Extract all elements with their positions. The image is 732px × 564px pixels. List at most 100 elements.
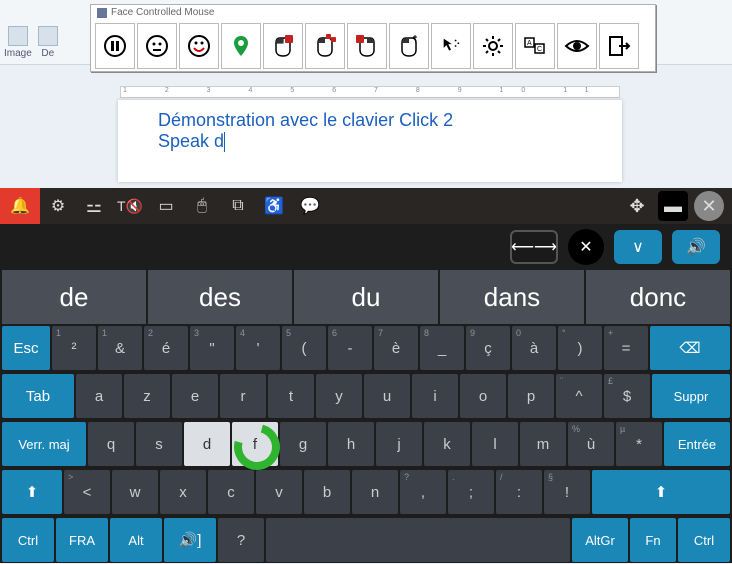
move-cursor-button[interactable] — [431, 23, 471, 69]
key-ctrl-left[interactable]: Ctrl — [2, 518, 54, 562]
wp-image-button[interactable]: Image — [4, 26, 32, 59]
suggestion-1[interactable]: de — [2, 270, 146, 324]
accessibility-icon[interactable]: ♿ — [256, 188, 292, 224]
sliders-icon[interactable]: ⚍ — [76, 188, 112, 224]
key-shift-left[interactable]: ⬆ — [2, 470, 62, 514]
key-y[interactable]: y — [316, 374, 362, 418]
key-alt[interactable]: Alt — [110, 518, 162, 562]
settings-button[interactable] — [473, 23, 513, 69]
key-9[interactable]: 9ç — [466, 326, 510, 370]
key-comma[interactable]: ?, — [400, 470, 446, 514]
mouse-icon[interactable]: 🖱 — [184, 188, 220, 224]
key-7[interactable]: 7è — [374, 326, 418, 370]
key-equals[interactable]: += — [604, 326, 648, 370]
eye-button[interactable] — [557, 23, 597, 69]
key-suppr[interactable]: Suppr — [652, 374, 730, 418]
key-x[interactable]: x — [160, 470, 206, 514]
key-l[interactable]: l — [472, 422, 518, 466]
key-colon[interactable]: /: — [496, 470, 542, 514]
pause-button[interactable] — [95, 23, 135, 69]
windows-icon[interactable]: ⧉ — [220, 188, 256, 224]
key-r[interactable]: r — [220, 374, 266, 418]
key-enter[interactable]: Entrée — [664, 422, 730, 466]
key-n[interactable]: n — [352, 470, 398, 514]
key-k[interactable]: k — [424, 422, 470, 466]
suggestion-5[interactable]: donc — [586, 270, 730, 324]
key-b[interactable]: b — [304, 470, 350, 514]
key-altgr[interactable]: AltGr — [572, 518, 628, 562]
key-sq[interactable]: 1² — [52, 326, 96, 370]
settings-icon[interactable]: ⚙ — [40, 188, 76, 224]
left-click-button[interactable] — [263, 23, 303, 69]
document-page[interactable]: Démonstration avec le clavier Click 2 Sp… — [118, 100, 622, 182]
key-star[interactable]: µ* — [616, 422, 662, 466]
key-2[interactable]: 2é — [144, 326, 188, 370]
dropdown-button[interactable]: ∨ — [614, 230, 662, 264]
text-mute-icon[interactable]: T🔇 — [112, 188, 148, 224]
key-backspace[interactable]: ⌫ — [650, 326, 730, 370]
key-1[interactable]: 1& — [98, 326, 142, 370]
key-u[interactable]: u — [364, 374, 410, 418]
key-tab[interactable]: Tab — [2, 374, 74, 418]
key-p[interactable]: p — [508, 374, 554, 418]
key-circ[interactable]: ¨^ — [556, 374, 602, 418]
alert-icon[interactable]: 🔔 — [0, 188, 40, 224]
smile-neutral-button[interactable] — [137, 23, 177, 69]
key-t[interactable]: t — [268, 374, 314, 418]
key-excl[interactable]: §! — [544, 470, 590, 514]
word-nav-button[interactable]: ⟵⟶ — [510, 230, 558, 264]
drag-button[interactable] — [389, 23, 429, 69]
key-q[interactable]: q — [88, 422, 134, 466]
key-shift-right[interactable]: ⬆ — [592, 470, 730, 514]
suggestion-4[interactable]: dans — [440, 270, 584, 324]
screen-icon[interactable]: ▭ — [148, 188, 184, 224]
key-e[interactable]: e — [172, 374, 218, 418]
key-g[interactable]: g — [280, 422, 326, 466]
key-semi[interactable]: .; — [448, 470, 494, 514]
wp-design-button[interactable]: De — [38, 26, 58, 59]
key-paren[interactable]: °) — [558, 326, 602, 370]
key-ctrl-right[interactable]: Ctrl — [678, 518, 730, 562]
key-s[interactable]: s — [136, 422, 182, 466]
key-u-grave[interactable]: %ù — [568, 422, 614, 466]
smile-open-button[interactable] — [179, 23, 219, 69]
key-speak-toggle[interactable]: 🔊] — [164, 518, 216, 562]
speak-button[interactable]: 🔊 — [672, 230, 720, 264]
key-j[interactable]: j — [376, 422, 422, 466]
suggestion-3[interactable]: du — [294, 270, 438, 324]
key-4[interactable]: 4' — [236, 326, 280, 370]
key-esc[interactable]: Esc — [2, 326, 50, 370]
minimize-icon[interactable]: ▬ — [658, 191, 688, 221]
move-icon[interactable]: ✥ — [622, 191, 652, 221]
key-question[interactable]: ? — [218, 518, 264, 562]
key-m[interactable]: m — [520, 422, 566, 466]
key-dollar[interactable]: £$ — [604, 374, 650, 418]
key-f[interactable]: f — [232, 422, 278, 466]
key-z[interactable]: z — [124, 374, 170, 418]
key-fn[interactable]: Fn — [630, 518, 676, 562]
key-space[interactable] — [266, 518, 570, 562]
key-o[interactable]: o — [460, 374, 506, 418]
chat-icon[interactable]: 💬 — [292, 188, 328, 224]
right-click-button[interactable] — [347, 23, 387, 69]
key-3[interactable]: 3" — [190, 326, 234, 370]
key-i[interactable]: i — [412, 374, 458, 418]
close-icon[interactable]: ✕ — [694, 191, 724, 221]
key-h[interactable]: h — [328, 422, 374, 466]
key-lt[interactable]: >< — [64, 470, 110, 514]
keyboard-button[interactable]: AC — [515, 23, 555, 69]
key-lang[interactable]: FRA — [56, 518, 108, 562]
key-6[interactable]: 6- — [328, 326, 372, 370]
exit-button[interactable] — [599, 23, 639, 69]
key-a[interactable]: a — [76, 374, 122, 418]
key-v[interactable]: v — [256, 470, 302, 514]
key-0[interactable]: 0à — [512, 326, 556, 370]
key-5[interactable]: 5( — [282, 326, 326, 370]
key-w[interactable]: w — [112, 470, 158, 514]
suggestion-2[interactable]: des — [148, 270, 292, 324]
key-d[interactable]: d — [184, 422, 230, 466]
key-capslock[interactable]: Verr. maj — [2, 422, 86, 466]
key-c[interactable]: c — [208, 470, 254, 514]
clear-button[interactable]: ✕ — [568, 229, 604, 265]
key-8[interactable]: 8_ — [420, 326, 464, 370]
